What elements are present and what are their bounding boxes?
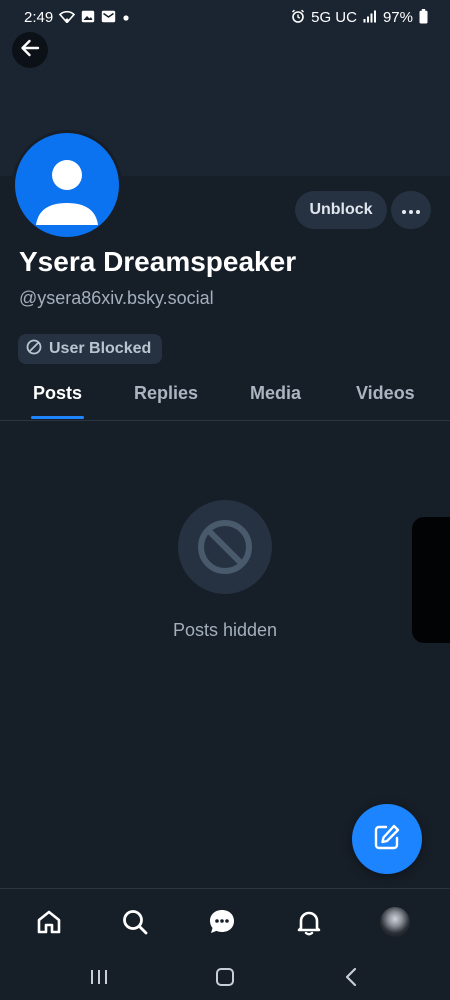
default-avatar-icon [15,133,119,237]
active-tab-indicator [31,416,84,419]
profile-tabs: Posts Replies Media Videos [0,370,450,421]
chat-icon[interactable] [205,905,239,939]
recent-apps-icon[interactable] [84,962,114,992]
more-options-button[interactable] [391,191,431,229]
compose-icon [373,823,401,856]
image-icon [81,10,95,25]
battery-label: 97% [382,8,413,26]
posts-hidden-message: Posts hidden [172,620,278,640]
blocked-icon [26,339,42,360]
blocked-badge-label: User Blocked [49,340,152,357]
status-bar: 2:49 5G UC 97% [0,0,450,34]
display-name: Ysera Dreamspeaker [19,246,297,277]
tab-posts[interactable]: Posts [33,383,82,404]
tab-videos[interactable]: Videos [356,383,415,404]
system-navigation [0,954,450,1000]
network-label: 5G UC [311,8,357,26]
dot-icon [122,11,130,24]
signal-icon [363,10,377,25]
home-icon[interactable] [32,905,66,939]
status-left: 2:49 [24,9,130,26]
back-arrow-icon [20,39,40,62]
mail-icon [101,10,116,25]
compose-button[interactable] [352,804,422,874]
alarm-icon [291,9,305,25]
back-system-icon[interactable] [336,962,366,992]
profile-tab-avatar[interactable] [378,905,412,939]
back-button[interactable] [12,32,48,68]
wifi-icon [59,10,76,25]
user-blocked-badge: User Blocked [18,334,163,364]
posts-hidden-icon [178,500,272,594]
profile-handle: @ysera86xiv.bsky.social [19,288,214,308]
unblock-button[interactable]: Unblock [295,191,387,229]
home-system-icon[interactable] [210,962,240,992]
status-right: 5G UC 97% [291,8,428,26]
bottom-navigation [0,888,450,954]
battery-icon [419,8,428,26]
search-icon[interactable] [118,905,152,939]
ellipsis-icon [402,201,420,219]
profile-avatar[interactable] [12,130,122,240]
edge-panel-handle[interactable] [412,517,450,643]
status-time: 2:49 [24,8,54,26]
tab-media[interactable]: Media [250,383,301,404]
tab-replies[interactable]: Replies [134,383,198,404]
user-avatar [380,907,410,937]
notifications-icon[interactable] [292,905,326,939]
